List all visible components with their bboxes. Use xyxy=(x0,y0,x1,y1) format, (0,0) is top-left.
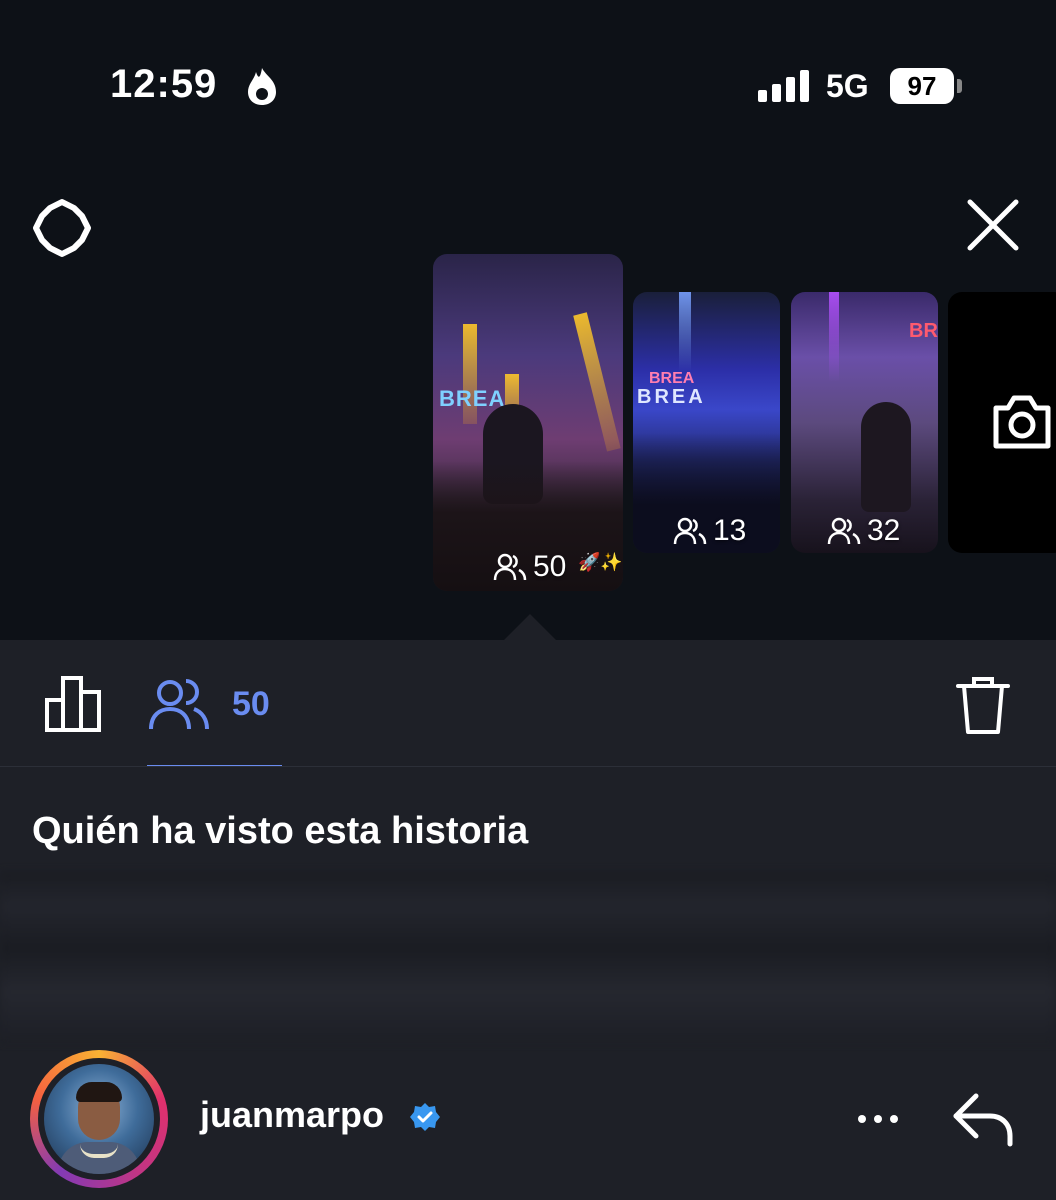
flame-icon xyxy=(248,68,276,105)
stage-light xyxy=(829,292,839,382)
people-icon xyxy=(827,517,861,545)
story-viewer-count-value: 13 xyxy=(713,514,747,547)
viewers-count: 50 xyxy=(232,684,270,723)
signal-icon xyxy=(758,70,809,102)
camera-icon[interactable] xyxy=(990,390,1054,452)
story-thumbnail-1[interactable]: BREA 50 🚀✨ xyxy=(433,254,623,591)
people-icon xyxy=(673,517,707,545)
avatar[interactable] xyxy=(44,1064,154,1174)
people-icon xyxy=(149,679,209,730)
settings-icon[interactable] xyxy=(30,196,94,260)
stage-light xyxy=(679,292,691,372)
story-viewer-count-value: 50 xyxy=(533,550,567,583)
story-thumbnail-2[interactable]: BREA BREA 13 xyxy=(633,292,780,553)
selected-pointer xyxy=(504,614,556,640)
sticker-emoji: 🚀✨ xyxy=(578,552,623,572)
tab-viewers[interactable]: 50 xyxy=(148,674,270,734)
divider xyxy=(0,766,1056,767)
blurred-content xyxy=(0,872,1056,1042)
battery-level: 97 xyxy=(890,68,954,104)
neon-sign: BREA xyxy=(637,386,706,408)
story-viewer-count-value: 32 xyxy=(867,514,901,547)
section-heading: Quién ha visto esta historia xyxy=(32,810,529,852)
battery-tip xyxy=(957,79,962,93)
performer xyxy=(861,402,911,512)
story-viewer-count: 32 xyxy=(827,514,900,548)
network-type: 5G xyxy=(826,68,869,104)
stage-light xyxy=(573,312,621,452)
avatar-hair xyxy=(76,1082,122,1102)
trash-icon[interactable] xyxy=(954,674,1012,736)
verified-badge-icon xyxy=(410,1103,440,1131)
neon-sign: BR xyxy=(909,320,938,342)
reply-icon[interactable] xyxy=(950,1090,1016,1148)
status-time: 12:59 xyxy=(110,62,218,106)
people-icon xyxy=(493,553,527,581)
more-icon[interactable] xyxy=(856,1104,900,1134)
story-thumbnail-3[interactable]: BR 32 xyxy=(791,292,938,553)
close-icon[interactable] xyxy=(960,192,1026,258)
viewer-username[interactable]: juanmarpo xyxy=(200,1094,384,1136)
story-viewer-count: 13 xyxy=(673,514,746,548)
story-viewer-count: 50 xyxy=(493,550,566,584)
bar-chart-icon[interactable] xyxy=(44,674,104,734)
